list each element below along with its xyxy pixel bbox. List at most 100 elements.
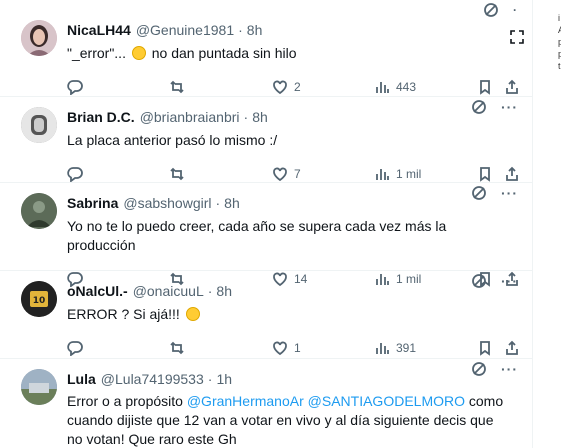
share-button[interactable] — [504, 340, 520, 356]
avatar[interactable] — [21, 193, 57, 229]
user-handle[interactable]: @Genuine1981 — [136, 22, 234, 38]
laughing-emoji-icon — [131, 46, 146, 60]
mention-link[interactable]: @SANTIAGODELMORO — [308, 393, 465, 409]
reply-icon — [67, 167, 83, 182]
like-button[interactable]: 7 — [272, 166, 301, 182]
thinking-emoji-icon — [185, 307, 200, 321]
bookmark-icon — [480, 80, 490, 95]
share-button[interactable] — [504, 166, 520, 182]
reply-button[interactable] — [67, 340, 83, 356]
views-icon — [376, 343, 389, 354]
views-button[interactable]: 1 mil — [374, 166, 421, 182]
separator-dot: · — [243, 109, 249, 125]
bookmark-button[interactable] — [477, 166, 493, 182]
reply-icon — [67, 80, 83, 95]
tweet-header: Lula @Lula74199533 · 1h ··· — [67, 362, 518, 389]
user-handle[interactable]: @Lula74199533 — [101, 371, 204, 387]
tweet-text: "_error"... no dan puntada sin hilo — [67, 45, 297, 61]
tweet-text: Error o a propósito @GranHermanoAr @SANT… — [67, 393, 504, 447]
views-icon — [376, 82, 389, 93]
bookmark-button[interactable] — [477, 340, 493, 356]
display-name[interactable]: NicaLH44 — [67, 22, 131, 38]
like-count: 2 — [294, 80, 301, 94]
tweet-actions: 2 443 — [67, 77, 518, 97]
avatar[interactable] — [21, 20, 57, 56]
bookmark-icon — [480, 341, 490, 356]
share-button[interactable] — [504, 79, 520, 95]
views-icon — [376, 169, 389, 180]
user-handle[interactable]: @sabshowgirl — [123, 195, 211, 211]
view-count: 391 — [396, 341, 417, 355]
more-icon[interactable]: · — [513, 4, 518, 16]
reply-feed: NicaLH44 @Genuine1981 · 8h · "_error"...… — [0, 0, 533, 448]
grok-icon[interactable] — [471, 273, 487, 289]
display-name[interactable]: Lula — [67, 371, 96, 387]
view-count: 1 mil — [396, 167, 422, 181]
grok-icon[interactable] — [483, 2, 499, 18]
tweet[interactable]: NicaLH44 @Genuine1981 · 8h · "_error"...… — [0, 0, 532, 97]
grok-icon[interactable] — [471, 185, 487, 201]
tweet-header: Brian D.C. @brianbraianbri · 8h ··· — [67, 100, 518, 127]
views-button[interactable]: 391 — [374, 340, 416, 356]
like-count: 7 — [294, 167, 301, 181]
tweet[interactable]: Lula @Lula74199533 · 1h ··· Error o a pr… — [0, 359, 532, 448]
mention-link[interactable]: @GranHermanoAr — [187, 393, 304, 409]
tweet-text: Yo no te lo puedo creer, cada año se sup… — [67, 218, 447, 253]
reply-button[interactable] — [67, 79, 83, 95]
display-name[interactable]: oNalcUl.- — [67, 283, 128, 299]
heart-icon — [273, 167, 287, 182]
separator-dot: · — [207, 371, 213, 387]
display-name[interactable]: Sabrina — [67, 195, 118, 211]
separator-dot: · — [238, 22, 243, 38]
tweet[interactable]: Sabrina @sabshowgirl · 8h ··· Yo no te l… — [0, 183, 532, 287]
side-panel-clipped: i A p p t — [534, 0, 561, 448]
bookmark-icon — [480, 167, 490, 182]
timestamp[interactable]: 1h — [216, 371, 232, 387]
timestamp[interactable]: 8h — [216, 283, 232, 299]
more-icon[interactable]: ··· — [501, 274, 518, 288]
side-fragment: i — [558, 13, 560, 23]
avatar[interactable] — [21, 369, 57, 405]
like-button[interactable]: 1 — [272, 340, 301, 356]
bookmark-button[interactable] — [477, 79, 493, 95]
display-name[interactable]: Brian D.C. — [67, 109, 135, 125]
timestamp[interactable]: 8h — [252, 109, 268, 125]
side-fragment: t — [558, 61, 561, 71]
avatar[interactable] — [21, 107, 57, 143]
like-count: 1 — [294, 341, 301, 355]
tweet-header: oNalcUl.- @onaicuuL · 8h ··· — [67, 274, 518, 301]
like-button[interactable]: 2 — [272, 79, 301, 95]
heart-icon — [273, 341, 287, 356]
view-count: 443 — [396, 80, 417, 94]
share-icon — [506, 79, 518, 94]
reply-button[interactable] — [67, 166, 83, 182]
user-handle[interactable]: @onaicuuL — [133, 283, 204, 299]
retweet-button[interactable] — [169, 166, 185, 182]
more-icon[interactable]: ··· — [501, 186, 518, 200]
heart-icon — [273, 80, 287, 95]
retweet-icon — [170, 80, 184, 94]
more-icon[interactable]: ··· — [501, 362, 518, 376]
tweet-text: ERROR ? Si ajá!!! — [67, 305, 518, 324]
user-handle[interactable]: @brianbraianbri — [140, 109, 240, 125]
more-icon[interactable]: ··· — [501, 100, 518, 114]
views-button[interactable]: 443 — [374, 79, 416, 95]
svg-text:10: 10 — [33, 296, 46, 306]
timestamp[interactable]: 8h — [247, 22, 263, 38]
expand-icon[interactable] — [510, 30, 524, 44]
share-icon — [506, 340, 518, 355]
tweet[interactable]: Brian D.C. @brianbraianbri · 8h ··· La p… — [0, 97, 532, 183]
tweet[interactable]: 10 oNalcUl.- @onaicuuL · 8h ··· ERROR ? … — [0, 271, 532, 359]
tweet-text: La placa anterior pasó lo mismo :/ — [67, 132, 278, 148]
retweet-button[interactable] — [169, 79, 185, 95]
retweet-button[interactable] — [169, 340, 185, 356]
grok-icon[interactable] — [471, 361, 487, 377]
tweet-actions: 1 391 — [67, 338, 518, 358]
retweet-icon — [170, 167, 184, 181]
grok-icon[interactable] — [471, 99, 487, 115]
avatar[interactable]: 10 — [21, 281, 57, 317]
timestamp[interactable]: 8h — [224, 195, 240, 211]
separator-dot: · — [215, 195, 221, 211]
tweet-actions: 7 1 mil — [67, 164, 518, 184]
separator-dot: · — [207, 283, 213, 299]
